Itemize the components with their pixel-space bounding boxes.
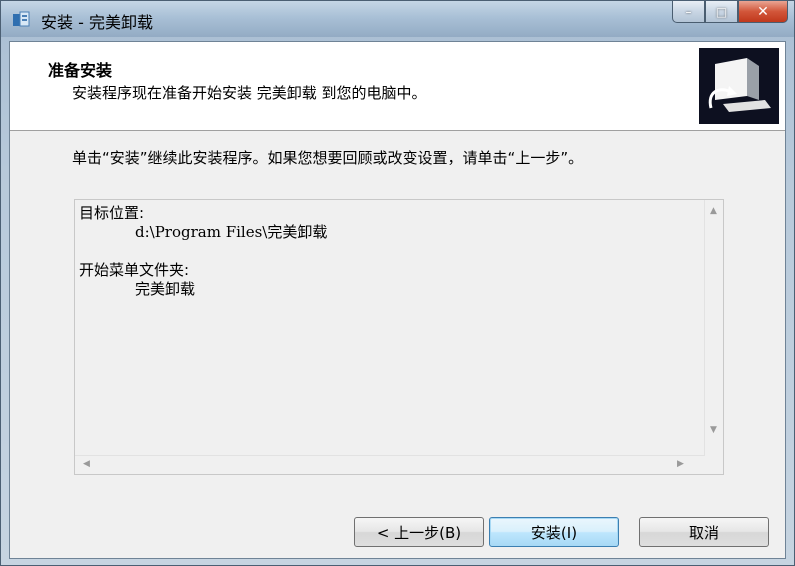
- destination-label: 目标位置:: [79, 204, 145, 222]
- scroll-up-icon[interactable]: ▲: [710, 207, 717, 216]
- settings-summary-memo[interactable]: 目标位置: d:\Program Files\完美卸载 开始菜单文件夹: 完美卸…: [74, 199, 724, 475]
- page-title: 准备安装: [48, 61, 113, 80]
- startmenu-label: 开始菜单文件夹:: [79, 261, 190, 279]
- caption-buttons: – □ ✕: [672, 1, 788, 25]
- wizard-client-area: 准备安装 安装程序现在准备开始安装 完美卸载 到您的电脑中。 单击“安装”继续此…: [9, 41, 786, 559]
- close-icon: ✕: [757, 3, 769, 20]
- minimize-icon: –: [685, 4, 692, 19]
- minimize-button[interactable]: –: [672, 1, 705, 23]
- page-subtitle: 安装程序现在准备开始安装 完美卸载 到您的电脑中。: [72, 84, 427, 102]
- destination-value: d:\Program Files\完美卸载: [135, 223, 328, 241]
- wizard-header: 准备安装 安装程序现在准备开始安装 完美卸载 到您的电脑中。: [10, 42, 785, 131]
- horizontal-scrollbar[interactable]: ◀ ▶: [75, 455, 705, 474]
- scroll-right-icon[interactable]: ▶: [677, 460, 684, 469]
- maximize-icon: □: [715, 4, 728, 19]
- scroll-down-icon[interactable]: ▼: [710, 426, 717, 435]
- instruction-text: 单击“安装”继续此安装程序。如果您想要回顾或改变设置，请单击“上一步”。: [72, 149, 584, 167]
- installer-window: 安装 - 完美卸载 – □ ✕ 准备安装 安装程序现在准备开始安装 完美卸载 到…: [0, 0, 795, 566]
- memo-content: 目标位置: d:\Program Files\完美卸载 开始菜单文件夹: 完美卸…: [79, 204, 327, 299]
- title-bar[interactable]: 安装 - 完美卸载 – □ ✕: [1, 1, 794, 37]
- install-button[interactable]: 安装(I): [489, 517, 619, 547]
- back-button[interactable]: < 上一步(B): [354, 517, 484, 547]
- cancel-button[interactable]: 取消: [639, 517, 769, 547]
- close-button[interactable]: ✕: [738, 1, 788, 23]
- maximize-button[interactable]: □: [705, 1, 738, 23]
- startmenu-value: 完美卸载: [135, 280, 196, 298]
- window-title: 安装 - 完美卸载: [41, 13, 153, 32]
- scroll-left-icon[interactable]: ◀: [83, 460, 90, 469]
- vertical-scrollbar[interactable]: ▲ ▼: [704, 200, 723, 456]
- installer-app-icon: [13, 11, 30, 27]
- wizard-computer-icon: [699, 48, 779, 124]
